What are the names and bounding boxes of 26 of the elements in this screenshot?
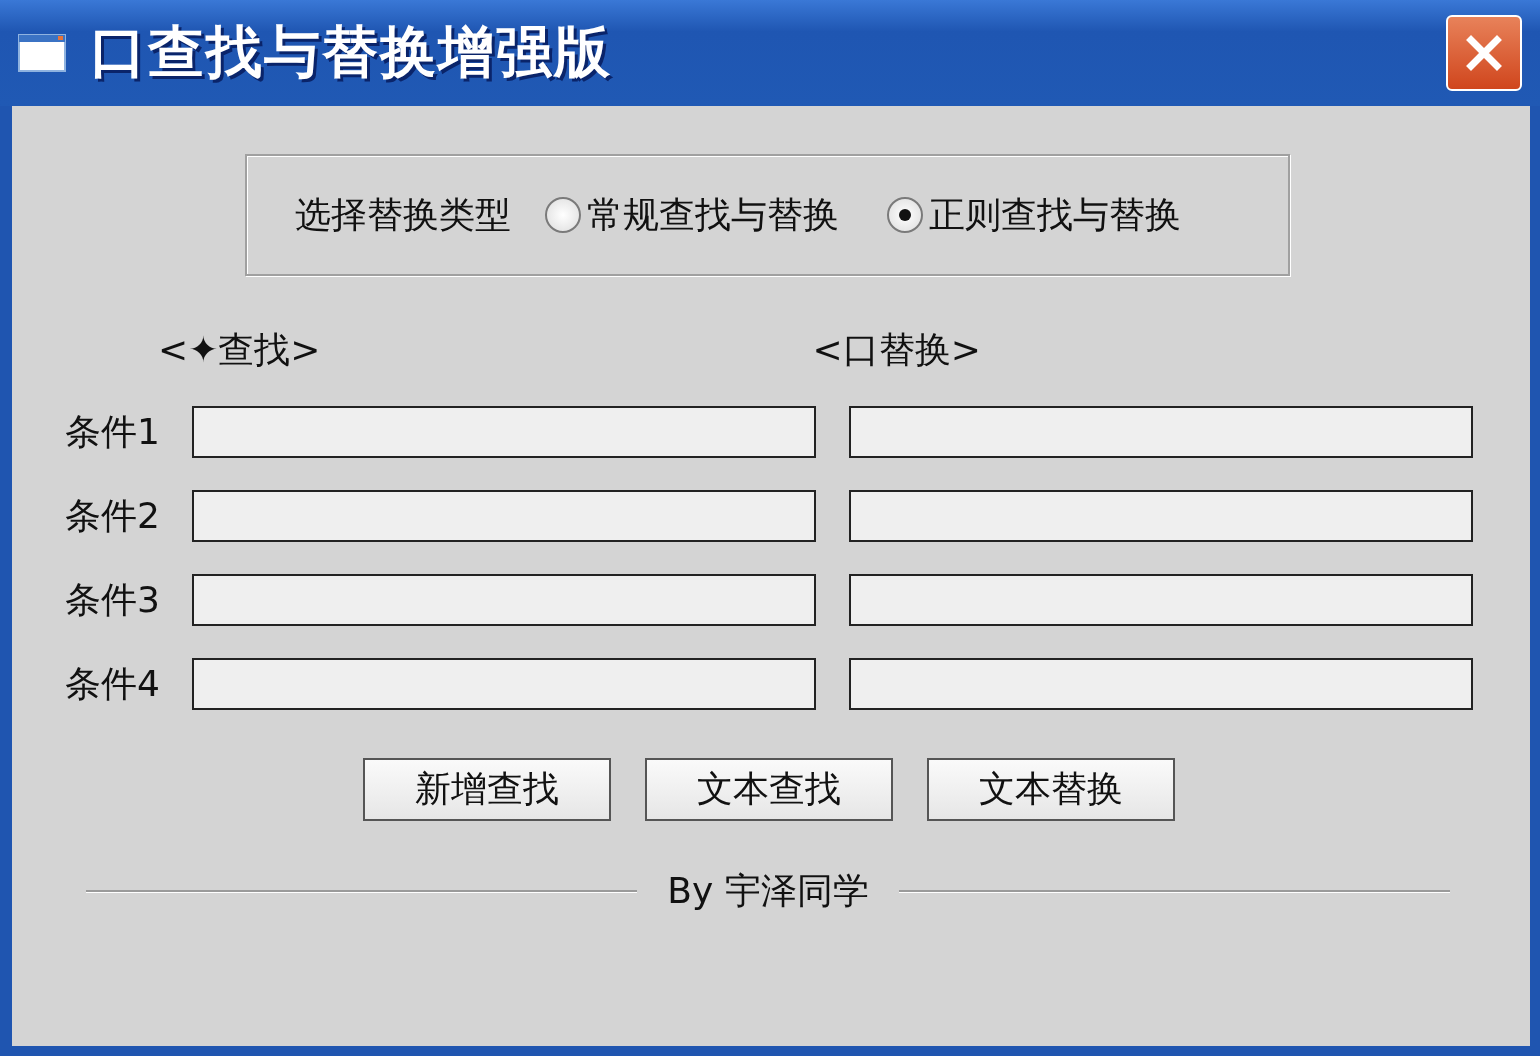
find-input-field[interactable] [192,490,816,542]
replace-header: <口替换> [812,327,981,372]
condition-label: 条件3 [64,577,161,622]
action-button[interactable]: 新增查找 [363,758,611,821]
find-input-field[interactable] [192,406,816,458]
replace-input-field[interactable] [849,574,1473,626]
condition-label: 条件4 [64,661,161,706]
radio-button[interactable] [887,197,923,233]
find-input-field[interactable] [192,574,816,626]
action-button[interactable]: 文本查找 [645,758,893,821]
window-title: 口查找与替换增强版 [90,18,612,86]
radio-option[interactable]: 常规查找与替换 [545,190,839,240]
replace-input-field[interactable] [849,406,1473,458]
radio-option[interactable]: 正则查找与替换 [887,190,1181,240]
replace-input-field[interactable] [849,490,1473,542]
close-button[interactable] [1446,15,1522,91]
replace-type-label: 选择替换类型 [295,192,511,237]
radio-button[interactable] [545,197,581,233]
condition-label: 条件1 [64,409,161,454]
action-button[interactable]: 文本替换 [927,758,1175,821]
author-credit: By 宇泽同学 [666,869,870,913]
replace-input-field[interactable] [849,658,1473,710]
condition-label: 条件2 [64,493,161,538]
find-header: <✦查找> [158,327,321,372]
find-input-field[interactable] [192,658,816,710]
window-icon [18,34,66,72]
